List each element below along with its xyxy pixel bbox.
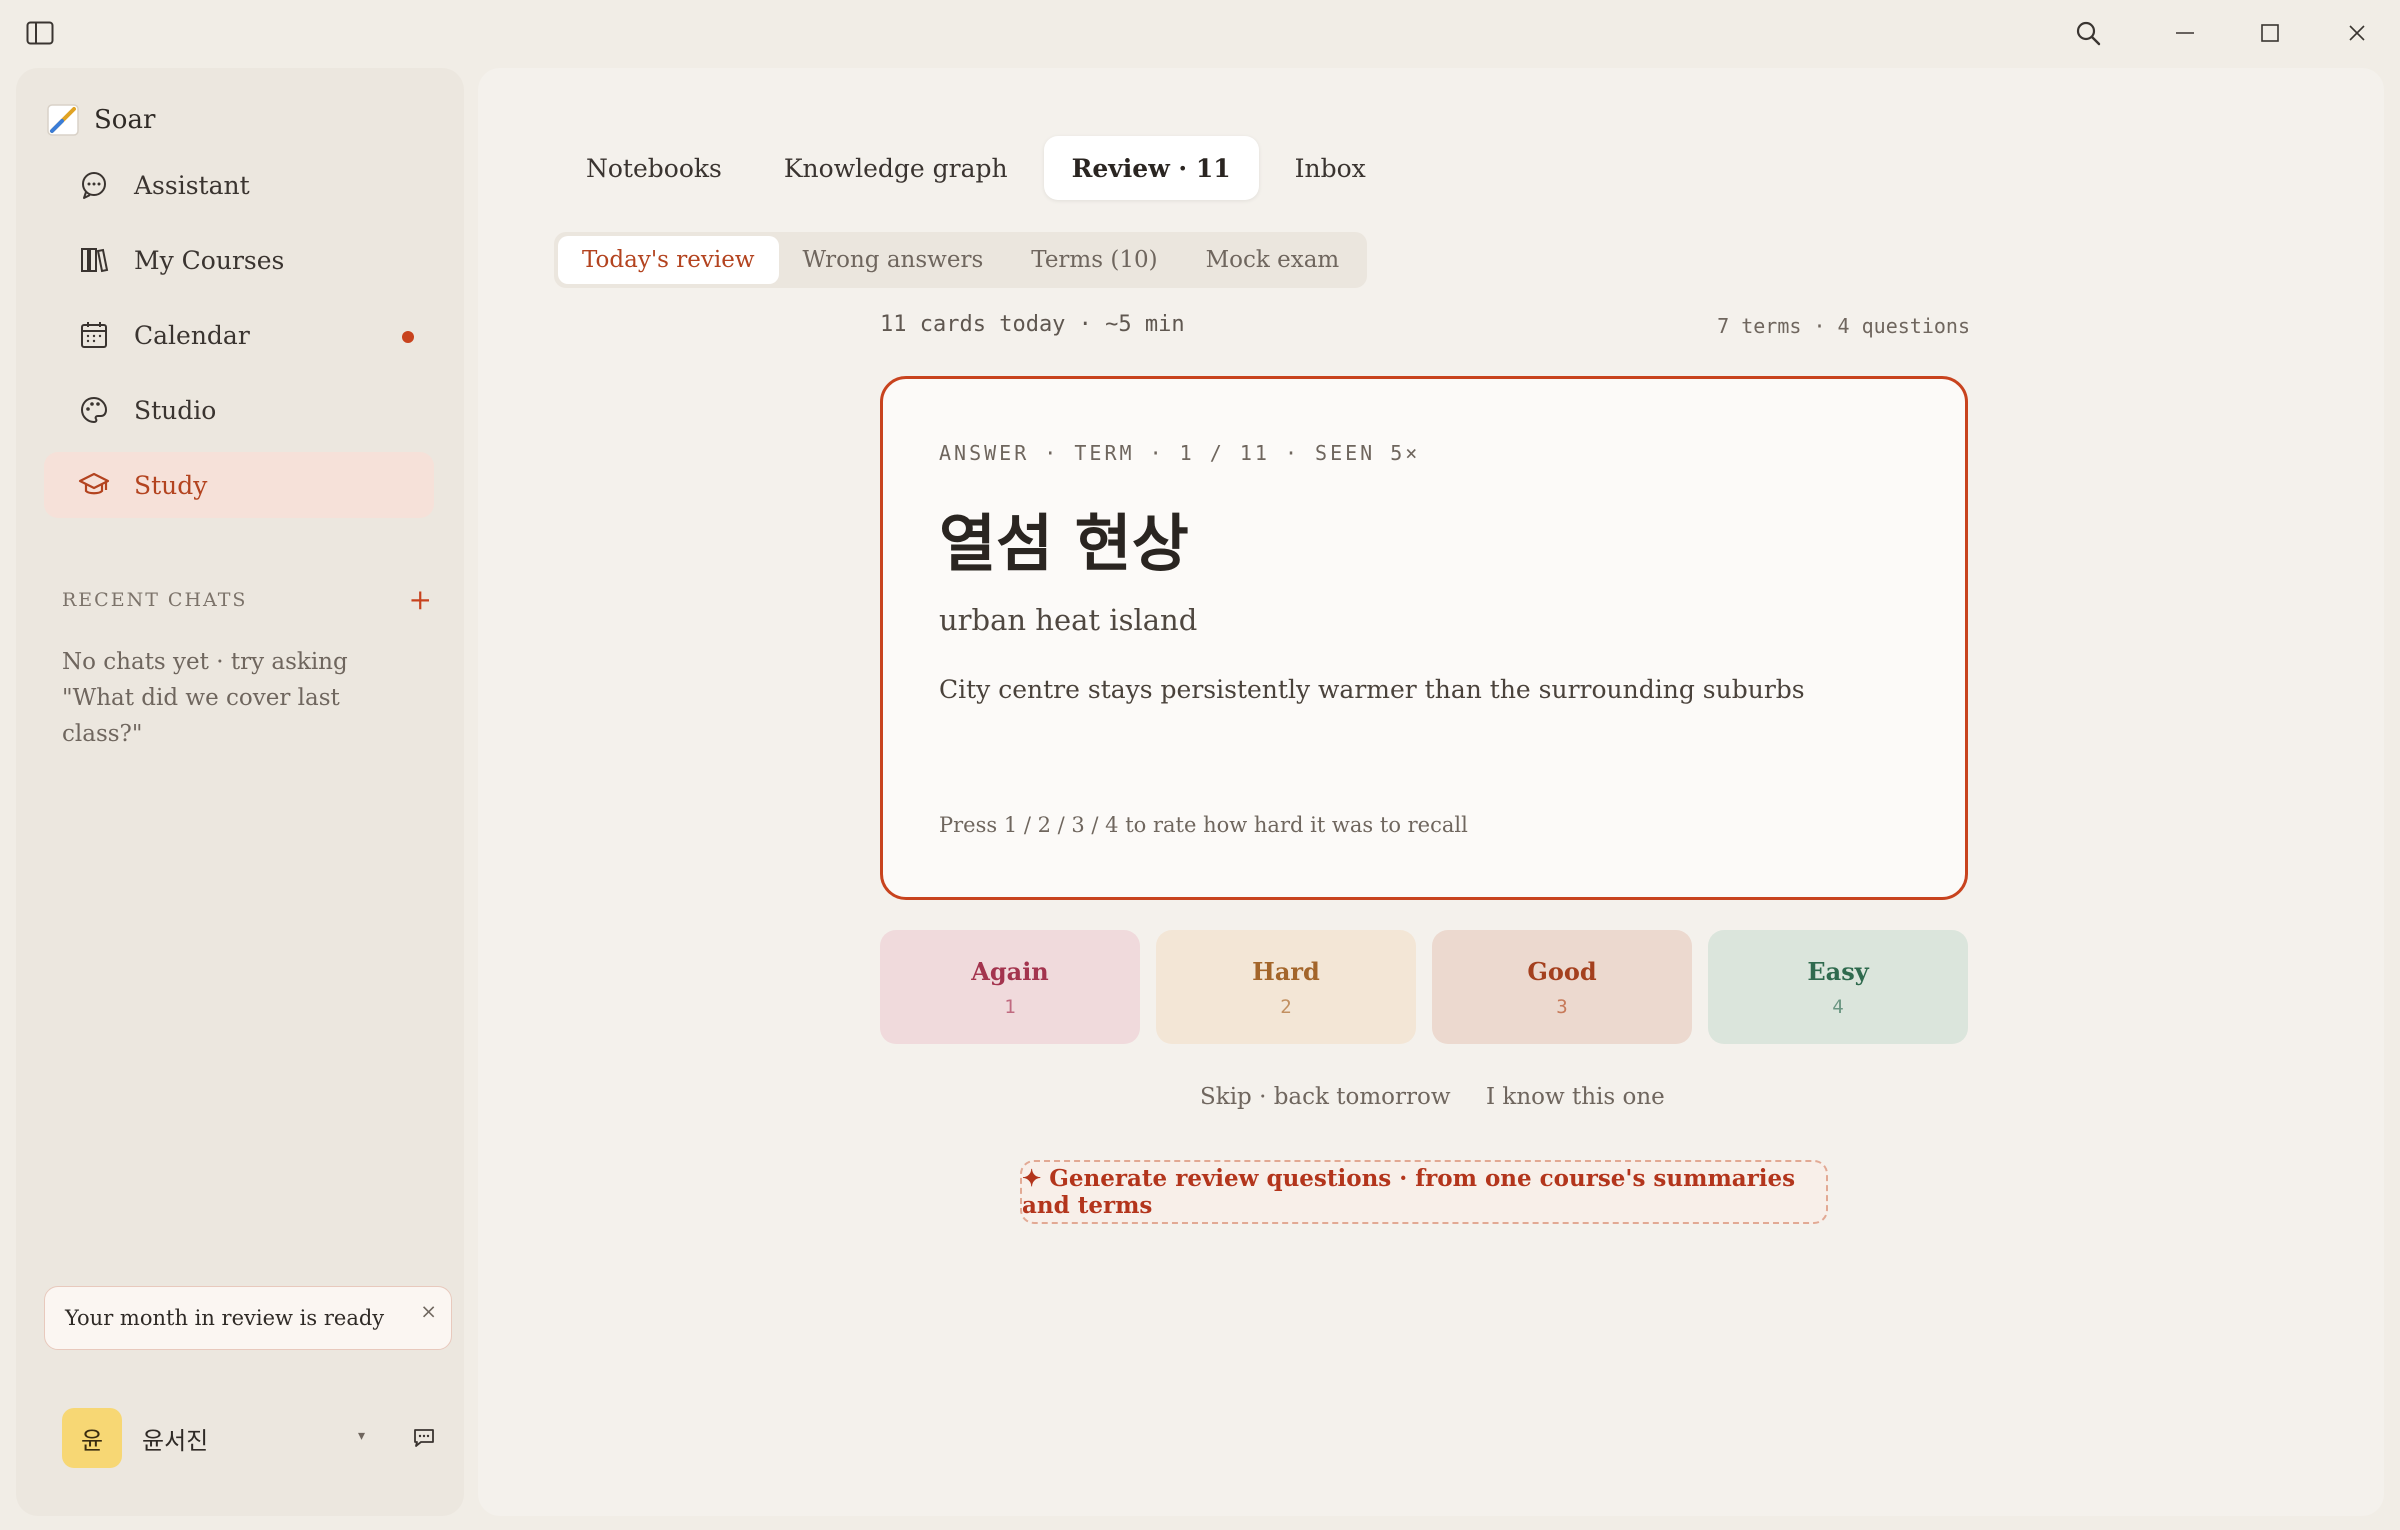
- main-panel: Notebooks Knowledge graph Review · 11 In…: [478, 68, 2384, 1516]
- calendar-icon: [78, 319, 110, 351]
- month-review-toast[interactable]: Your month in review is ready ×: [44, 1286, 452, 1350]
- generate-questions-button[interactable]: ✦ Generate review questions · from one c…: [1020, 1160, 1828, 1224]
- tab-notebooks[interactable]: Notebooks: [560, 136, 748, 200]
- app-name: Soar: [94, 105, 156, 135]
- graduation-cap-icon: [78, 469, 110, 501]
- rate-key: 1: [1004, 995, 1016, 1018]
- rate-key: 2: [1280, 995, 1292, 1018]
- close-icon[interactable]: [2342, 18, 2372, 48]
- toast-close-button[interactable]: ×: [420, 1299, 437, 1323]
- sidebar-item-label: My Courses: [134, 245, 285, 275]
- toast-text: Your month in review is ready: [65, 1306, 385, 1330]
- tab-knowledge-graph[interactable]: Knowledge graph: [758, 136, 1034, 200]
- review-summary: 11 cards today · ~5 min: [880, 312, 1185, 337]
- rate-easy-button[interactable]: Easy 4: [1708, 930, 1968, 1044]
- chevron-down-icon[interactable]: ▾: [358, 1428, 365, 1444]
- tab-review[interactable]: Review · 11: [1043, 136, 1259, 200]
- sidebar: Soar Assistant My Courses Calendar Studi…: [16, 68, 464, 1516]
- rate-label: Hard: [1252, 956, 1320, 986]
- brand[interactable]: Soar: [46, 94, 155, 146]
- subtab-mock-exam[interactable]: Mock exam: [1182, 236, 1364, 284]
- sidebar-item-my-courses[interactable]: My Courses: [44, 227, 434, 293]
- rate-label: Good: [1527, 956, 1597, 986]
- rate-key: 3: [1556, 995, 1568, 1018]
- search-icon[interactable]: [2073, 18, 2103, 48]
- soar-logo-icon: [46, 103, 80, 137]
- subtab-wrong-answers[interactable]: Wrong answers: [779, 236, 1008, 284]
- sidebar-item-calendar[interactable]: Calendar: [44, 302, 434, 368]
- recent-chats-empty: No chats yet · try asking "What did we c…: [62, 649, 348, 747]
- rate-label: Again: [971, 956, 1049, 986]
- subtab-todays-review[interactable]: Today's review: [558, 236, 779, 284]
- card-definition: City centre stays persistently warmer th…: [939, 675, 1805, 704]
- card-meta: ANSWER · TERM · 1 / 11 · SEEN 5×: [939, 441, 1421, 465]
- user-profile[interactable]: 윤 윤서진 ▾: [62, 1408, 442, 1468]
- card-term: 열섬 현상: [939, 507, 1189, 580]
- review-subtabs: Today's review Wrong answers Terms (10) …: [554, 232, 1368, 288]
- tab-inbox[interactable]: Inbox: [1269, 136, 1392, 200]
- rate-again-button[interactable]: Again 1: [880, 930, 1140, 1044]
- top-tabs: Notebooks Knowledge graph Review · 11 In…: [560, 136, 1392, 200]
- sidebar-item-label: Assistant: [134, 170, 250, 200]
- rate-good-button[interactable]: Good 3: [1432, 930, 1692, 1044]
- recent-chats-header: RECENT CHATS +: [62, 586, 432, 614]
- sidebar-item-label: Study: [134, 470, 208, 500]
- sidebar-item-studio[interactable]: Studio: [44, 377, 434, 443]
- flashcard: ANSWER · TERM · 1 / 11 · SEEN 5× 열섬 현상 u…: [880, 376, 1968, 900]
- minimize-icon[interactable]: [2170, 18, 2200, 48]
- notification-dot: [402, 331, 414, 343]
- sidebar-item-label: Calendar: [134, 320, 250, 350]
- rate-hard-button[interactable]: Hard 2: [1156, 930, 1416, 1044]
- sidebar-nav: Assistant My Courses Calendar Studio Stu…: [44, 152, 434, 527]
- rate-key: 4: [1832, 995, 1844, 1018]
- user-name: 윤서진: [142, 1426, 209, 1455]
- card-hint: Press 1 / 2 / 3 / 4 to rate how hard it …: [939, 813, 1468, 837]
- maximize-icon[interactable]: [2255, 18, 2285, 48]
- sidebar-toggle-icon[interactable]: [25, 18, 55, 48]
- subtab-terms[interactable]: Terms (10): [1007, 236, 1181, 284]
- new-chat-button[interactable]: +: [409, 586, 432, 614]
- avatar: 윤: [62, 1408, 122, 1468]
- rate-label: Easy: [1807, 956, 1869, 986]
- rating-buttons: Again 1 Hard 2 Good 3 Easy 4: [880, 930, 1968, 1044]
- sidebar-item-assistant[interactable]: Assistant: [44, 152, 434, 218]
- title-bar: [0, 0, 2400, 66]
- skip-button[interactable]: Skip · back tomorrow: [1200, 1084, 1451, 1110]
- books-icon: [78, 244, 110, 276]
- recent-chats-title: RECENT CHATS: [62, 589, 248, 611]
- sidebar-item-study[interactable]: Study: [44, 452, 434, 518]
- review-breakdown: 7 terms · 4 questions: [1717, 314, 1970, 338]
- chat-bubble-icon: [78, 169, 110, 201]
- palette-icon: [78, 394, 110, 426]
- feedback-chat-icon[interactable]: [410, 1424, 438, 1452]
- know-this-button[interactable]: I know this one: [1486, 1084, 1665, 1110]
- sidebar-item-label: Studio: [134, 395, 217, 425]
- card-translation: urban heat island: [939, 603, 1198, 637]
